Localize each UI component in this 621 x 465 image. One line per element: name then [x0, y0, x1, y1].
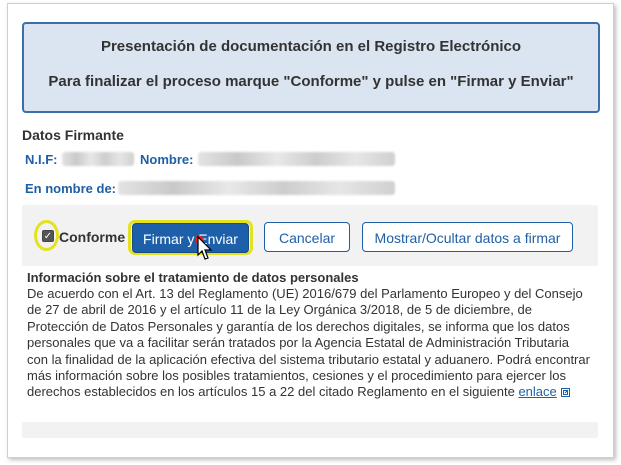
cancel-button[interactable]: Cancelar: [264, 222, 350, 252]
privacy-title: Información sobre el tratamiento de dato…: [27, 270, 359, 285]
name-value-redacted: [198, 152, 395, 166]
header-panel: Presentación de documentación en el Regi…: [22, 22, 600, 113]
instruction-text: Para finalizar el proceso marque "Confor…: [48, 73, 574, 90]
mouse-cursor-icon: [196, 235, 213, 260]
sign-and-send-button[interactable]: Firmar y Enviar: [132, 223, 249, 253]
conforme-label[interactable]: Conforme: [59, 229, 125, 245]
privacy-text: De acuerdo con el Art. 13 del Reglamento…: [27, 286, 593, 401]
page-title: Presentación de documentación en el Regi…: [100, 38, 522, 55]
nif-value-redacted: [62, 152, 134, 166]
signer-section-title: Datos Firmante: [22, 127, 124, 143]
conforme-checkbox[interactable]: ✓: [42, 230, 54, 242]
toggle-data-button[interactable]: Mostrar/Ocultar datos a firmar: [362, 222, 573, 252]
privacy-info-box: Información sobre el tratamiento de dato…: [22, 266, 598, 422]
external-link-icon[interactable]: [560, 388, 570, 398]
privacy-body-text: De acuerdo con el Art. 13 del Reglamento…: [27, 286, 590, 400]
on-behalf-label: En nombre de:: [25, 181, 117, 196]
nif-label: N.I.F:: [25, 152, 58, 167]
on-behalf-value-redacted: [118, 181, 395, 195]
privacy-link[interactable]: enlace: [518, 384, 556, 399]
name-label: Nombre:: [140, 152, 194, 167]
